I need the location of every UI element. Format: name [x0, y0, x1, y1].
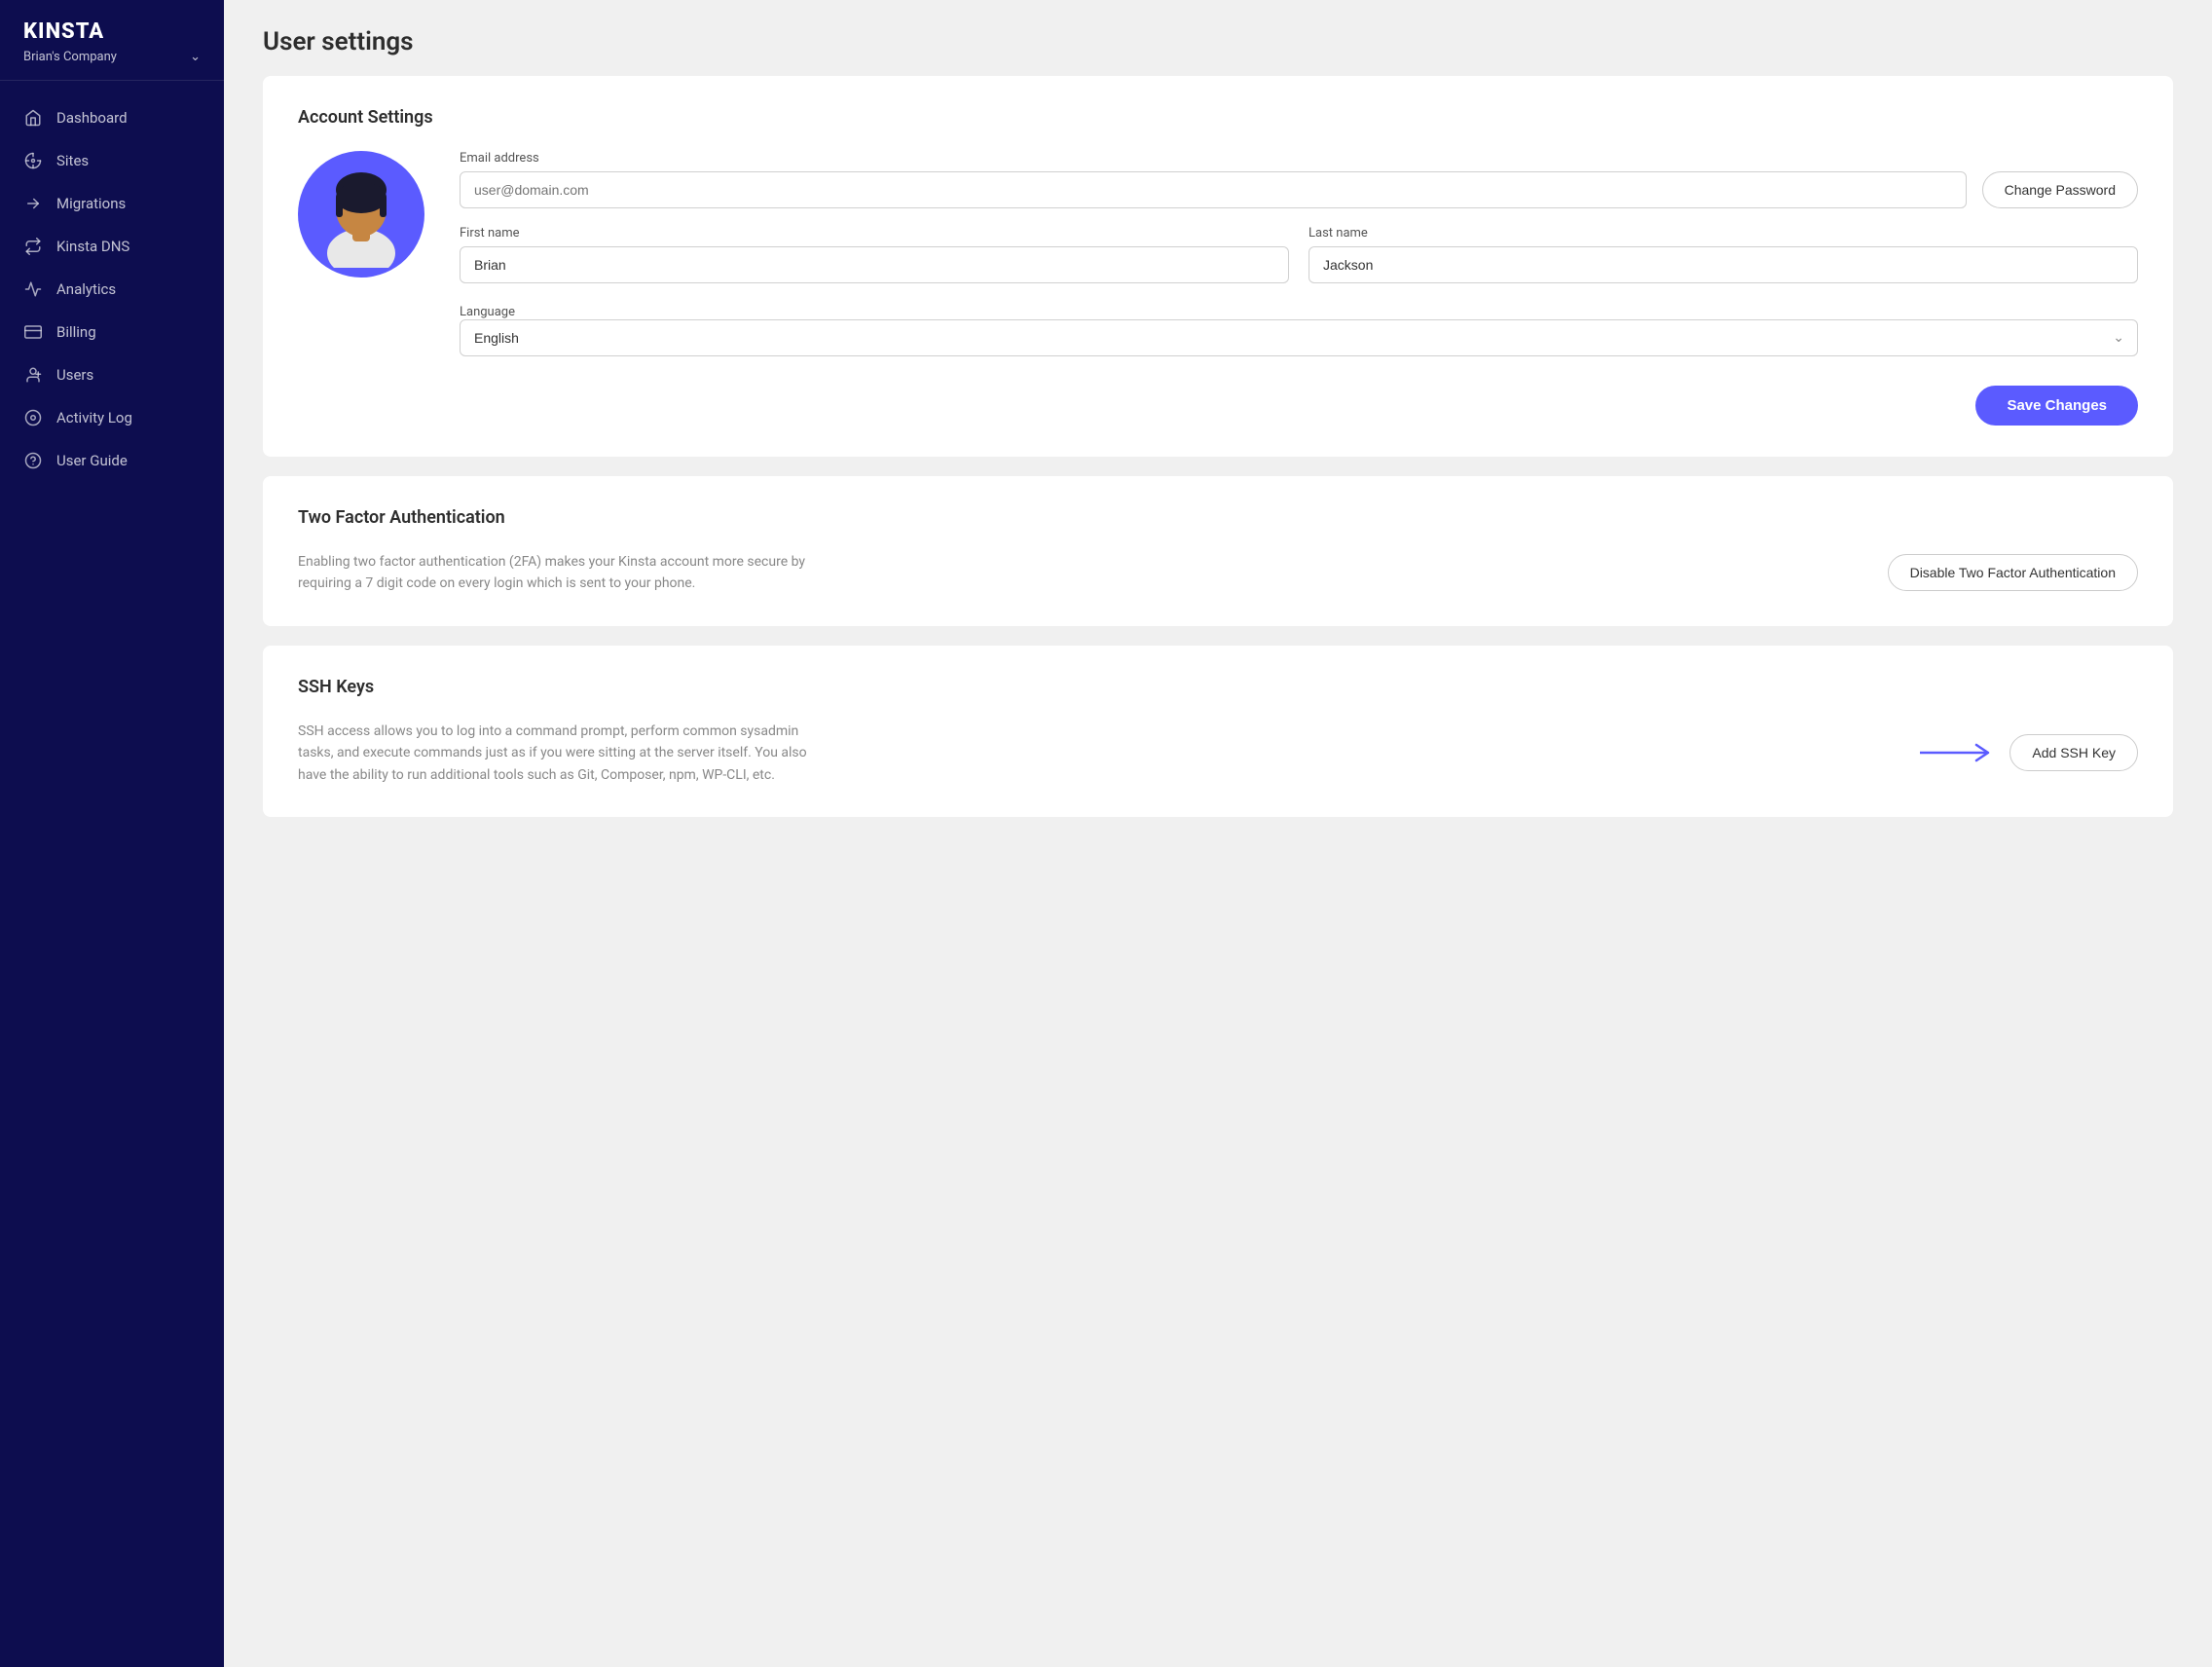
save-row: Save Changes: [460, 374, 2138, 426]
email-row: Email address Change Password: [460, 151, 2138, 208]
ssh-keys-title: SSH Keys: [298, 677, 2138, 697]
sidebar-item-label: User Guide: [56, 452, 128, 469]
first-name-group: First name: [460, 226, 1289, 283]
two-factor-title: Two Factor Authentication: [298, 507, 2138, 528]
avatar-section: [298, 151, 424, 278]
ssh-keys-card: SSH Keys SSH access allows you to log in…: [263, 646, 2173, 817]
kinsta-logo: KINSTA: [23, 19, 201, 44]
sidebar-item-activity-log[interactable]: Activity Log: [0, 396, 224, 439]
email-label: Email address: [460, 151, 1967, 166]
avatar: [298, 151, 424, 278]
account-settings-card: Account Settings: [263, 76, 2173, 457]
sidebar-item-kinsta-dns[interactable]: Kinsta DNS: [0, 225, 224, 268]
chevron-down-icon: ⌄: [190, 50, 201, 64]
ssh-body: SSH access allows you to log into a comm…: [298, 721, 2138, 786]
disable-2fa-button[interactable]: Disable Two Factor Authentication: [1888, 554, 2138, 591]
first-name-label: First name: [460, 226, 1289, 241]
sidebar-item-users[interactable]: Users: [0, 353, 224, 396]
dns-icon: [23, 237, 43, 256]
company-name: Brian's Company: [23, 50, 117, 64]
arrow-right-icon: [1920, 741, 1998, 764]
sidebar-item-dashboard[interactable]: Dashboard: [0, 96, 224, 139]
sites-icon: [23, 151, 43, 170]
first-name-input[interactable]: [460, 246, 1289, 283]
tfa-description: Enabling two factor authentication (2FA)…: [298, 551, 833, 595]
form-section: Email address Change Password First name…: [460, 151, 2138, 426]
email-input[interactable]: [460, 171, 1967, 208]
page-title: User settings: [263, 27, 2173, 56]
email-group: Email address: [460, 151, 1967, 208]
last-name-label: Last name: [1309, 226, 2138, 241]
save-changes-button[interactable]: Save Changes: [1975, 386, 2138, 426]
billing-icon: [23, 322, 43, 342]
account-settings-title: Account Settings: [298, 107, 2138, 128]
sidebar-item-migrations[interactable]: Migrations: [0, 182, 224, 225]
two-factor-card: Two Factor Authentication Enabling two f…: [263, 476, 2173, 626]
sidebar-item-label: Users: [56, 366, 93, 384]
sidebar-item-user-guide[interactable]: User Guide: [0, 439, 224, 482]
analytics-icon: [23, 279, 43, 299]
sidebar-nav: Dashboard Sites Migrations Kinsta DNS An: [0, 81, 224, 1667]
users-icon: [23, 365, 43, 385]
home-icon: [23, 108, 43, 128]
last-name-input[interactable]: [1309, 246, 2138, 283]
user-guide-icon: [23, 451, 43, 470]
sidebar-item-analytics[interactable]: Analytics: [0, 268, 224, 311]
ssh-description: SSH access allows you to log into a comm…: [298, 721, 833, 786]
sidebar-item-label: Billing: [56, 323, 96, 341]
sidebar-item-label: Sites: [56, 152, 89, 169]
page-header: User settings: [224, 0, 2212, 76]
sidebar-item-label: Migrations: [56, 195, 126, 212]
sidebar-item-label: Kinsta DNS: [56, 238, 129, 255]
sidebar-header: KINSTA Brian's Company ⌄: [0, 0, 224, 81]
ssh-action-group: Add SSH Key: [1920, 734, 2138, 771]
sidebar-item-billing[interactable]: Billing: [0, 311, 224, 353]
change-password-button[interactable]: Change Password: [1982, 171, 2138, 208]
language-row: Language English Spanish French German ⌄: [460, 301, 2138, 356]
sidebar-item-label: Analytics: [56, 280, 116, 298]
add-ssh-key-button[interactable]: Add SSH Key: [2009, 734, 2138, 771]
sidebar-item-sites[interactable]: Sites: [0, 139, 224, 182]
sidebar-item-label: Activity Log: [56, 409, 132, 426]
last-name-group: Last name: [1309, 226, 2138, 283]
main-content: User settings Account Settings: [224, 0, 2212, 1667]
language-select[interactable]: English Spanish French German: [460, 319, 2138, 356]
sidebar: KINSTA Brian's Company ⌄ Dashboard Sites…: [0, 0, 224, 1667]
name-row: First name Last name: [460, 226, 2138, 283]
content-area: Account Settings: [224, 76, 2212, 856]
language-select-wrapper: English Spanish French German ⌄: [460, 319, 2138, 356]
sidebar-item-label: Dashboard: [56, 109, 128, 127]
language-label: Language: [460, 305, 515, 319]
company-selector[interactable]: Brian's Company ⌄: [23, 50, 201, 64]
tfa-body: Enabling two factor authentication (2FA)…: [298, 551, 2138, 595]
account-settings-body: Email address Change Password First name…: [298, 151, 2138, 426]
activity-log-icon: [23, 408, 43, 427]
migrations-icon: [23, 194, 43, 213]
